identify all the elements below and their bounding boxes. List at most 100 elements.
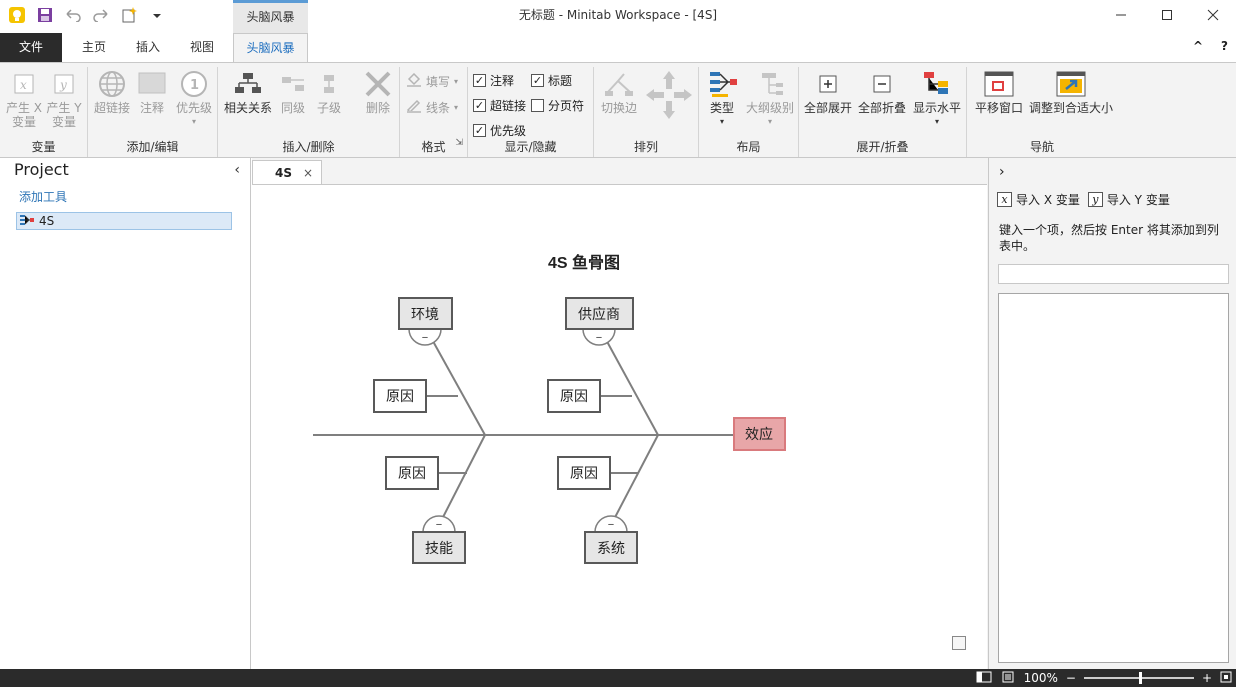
category-system[interactable]: − 系统 [584, 515, 638, 564]
fishbone-canvas[interactable]: 4S 鱼骨图 − 环境 − 供应商 − 技能 − 系统 原因 原因 原因 原因 … [252, 184, 987, 669]
y-variable-icon: y [54, 74, 74, 97]
title-checkbox[interactable]: ✓ 标题 [531, 72, 572, 89]
line-button[interactable]: 线条 ▾ [406, 99, 458, 116]
ribbon-right-controls: ^ ? [1193, 39, 1228, 53]
child-icon [318, 73, 340, 98]
redo-icon[interactable] [90, 4, 112, 26]
context-tab-header: 头脑风暴 [233, 0, 308, 33]
same-level-button[interactable]: 同级 [276, 69, 310, 115]
expand-right-pane-icon[interactable]: › [999, 164, 1005, 180]
related-button[interactable]: 相关关系 [220, 69, 276, 115]
zoom-slider-thumb[interactable] [1138, 672, 1142, 684]
maximize-icon[interactable] [1144, 0, 1190, 30]
fit-to-window-button[interactable]: 调整到合适大小 [1027, 69, 1115, 115]
generate-x-line1: 产生 X [5, 101, 43, 115]
notes-checkbox[interactable]: ✓ 注释 [473, 72, 514, 89]
priority-checkbox[interactable]: ✓ 优先级 [473, 122, 526, 139]
priority-button[interactable]: 1 优先级 ▾ [172, 69, 216, 129]
import-y-button[interactable]: y 导入 Y 变量 [1087, 191, 1170, 208]
child-button[interactable]: 子级 [312, 69, 346, 115]
group-expand-collapse: 全部展开 全部折叠 显示水平 ▾ 展开/折叠 [799, 67, 967, 157]
note-button[interactable]: 注释 [132, 69, 172, 115]
entry-hint: 键入一个项，然后按 Enter 将其添加到列表中。 [999, 223, 1219, 253]
import-x-button[interactable]: x 导入 X 变量 [997, 191, 1080, 208]
outline-level-button[interactable]: 大纲级别 ▾ [743, 69, 797, 129]
page-view-icon[interactable] [1000, 671, 1016, 686]
normal-view-icon[interactable] [976, 671, 992, 686]
pan-window-button[interactable]: 平移窗口 [971, 69, 1027, 115]
customize-qat-icon[interactable] [146, 4, 168, 26]
project-title: Project [14, 160, 69, 179]
toggle-edges-button[interactable]: 切换边 [596, 69, 642, 115]
quick-access-toolbar [6, 4, 168, 26]
hyperlinks-checkbox-label: 超链接 [490, 99, 527, 113]
zoom-slider[interactable] [1083, 672, 1194, 684]
hyperlink-button[interactable]: 超链接 [92, 69, 132, 115]
cause-supplier[interactable]: 原因 [547, 379, 601, 413]
show-level-dropdown-icon: ▾ [934, 117, 939, 126]
undo-icon[interactable] [62, 4, 84, 26]
collapse-all-button[interactable]: 全部折叠 [855, 69, 909, 115]
navigator-corner-icon[interactable] [952, 636, 966, 650]
generate-y-line1: 产生 Y [46, 101, 82, 115]
category-supplier[interactable]: − 供应商 [565, 297, 634, 346]
collapse-ribbon-icon[interactable]: ^ [1193, 39, 1203, 53]
type-button[interactable]: 类型 ▾ [701, 69, 743, 129]
close-tab-icon[interactable]: × [303, 166, 313, 180]
close-icon[interactable] [1190, 0, 1236, 30]
fit-to-window-icon [1056, 70, 1086, 101]
help-icon[interactable]: ? [1221, 39, 1228, 53]
fill-dropdown-icon: ▾ [454, 77, 459, 86]
cause-environment[interactable]: 原因 [373, 379, 427, 413]
group-show-hide-label: 显示/隐藏 [504, 140, 557, 154]
item-list[interactable] [998, 293, 1229, 663]
effect-node[interactable]: 效应 [733, 417, 786, 451]
delete-x-icon [363, 69, 393, 102]
note-icon [137, 71, 167, 100]
tab-home[interactable]: 主页 [64, 33, 124, 62]
group-insert-delete: 相关关系 同级 子级 删除 插入/删除 [218, 67, 400, 157]
category-environment[interactable]: − 环境 [398, 297, 453, 346]
cause-skills[interactable]: 原因 [385, 456, 439, 490]
hyperlinks-check-icon: ✓ [473, 99, 486, 112]
group-variables: x 产生 X 变量 y 产生 Y 变量 变量 [0, 67, 88, 157]
tab-brainstorm[interactable]: 头脑风暴 [233, 33, 308, 62]
format-dialog-launcher-icon[interactable]: ⇲ [455, 138, 463, 148]
document-area: 4S × 4S 鱼骨图 − 环境 − 供应商 − 技能 − 系统 原因 原因 原… [252, 158, 988, 669]
project-item-4s[interactable]: 4S [16, 212, 232, 230]
document-tab-4s[interactable]: 4S × [252, 160, 322, 184]
zoom-out-icon[interactable]: − [1066, 671, 1076, 685]
zoom-in-icon[interactable]: + [1202, 671, 1212, 685]
generate-x-button[interactable]: x 产生 X 变量 [4, 69, 44, 129]
tab-file[interactable]: 文件 [0, 33, 62, 62]
format-label-text: 格式 [421, 140, 446, 154]
generate-y-button[interactable]: y 产生 Y 变量 [44, 69, 84, 129]
collapse-glyph: − [436, 519, 442, 531]
add-tool-link[interactable]: 添加工具 [19, 188, 67, 205]
page-break-checkbox[interactable]: 分页符 [531, 97, 584, 114]
expand-all-label: 全部展开 [803, 101, 852, 115]
fit-page-icon[interactable] [1220, 671, 1232, 686]
minimize-icon[interactable] [1098, 0, 1144, 30]
item-entry-input[interactable] [998, 264, 1229, 284]
pan-window-icon [984, 70, 1014, 101]
show-level-button[interactable]: 显示水平 ▾ [909, 69, 965, 129]
collapse-project-pane-icon[interactable]: ‹ [234, 162, 240, 178]
collapse-minus-icon [872, 74, 892, 97]
hyperlinks-checkbox[interactable]: ✓ 超链接 [473, 97, 526, 114]
tab-view[interactable]: 视图 [172, 33, 232, 62]
save-icon[interactable] [34, 4, 56, 26]
toggle-edges-icon [604, 71, 634, 100]
priority-check-icon: ✓ [473, 124, 486, 137]
cause-system[interactable]: 原因 [557, 456, 611, 490]
tab-insert[interactable]: 插入 [124, 33, 172, 62]
move-arrows-button[interactable] [642, 69, 696, 123]
delete-button[interactable]: 删除 [358, 69, 398, 115]
expand-all-button[interactable]: 全部展开 [801, 69, 855, 115]
fill-button[interactable]: 填写 ▾ [406, 72, 459, 90]
group-format: 填写 ▾ 线条 ▾ 格式 ⇲ [400, 67, 468, 157]
globe-icon [97, 69, 127, 102]
page-break-check-icon [531, 99, 544, 112]
category-skills[interactable]: − 技能 [412, 515, 466, 564]
new-tool-icon[interactable] [118, 4, 140, 26]
